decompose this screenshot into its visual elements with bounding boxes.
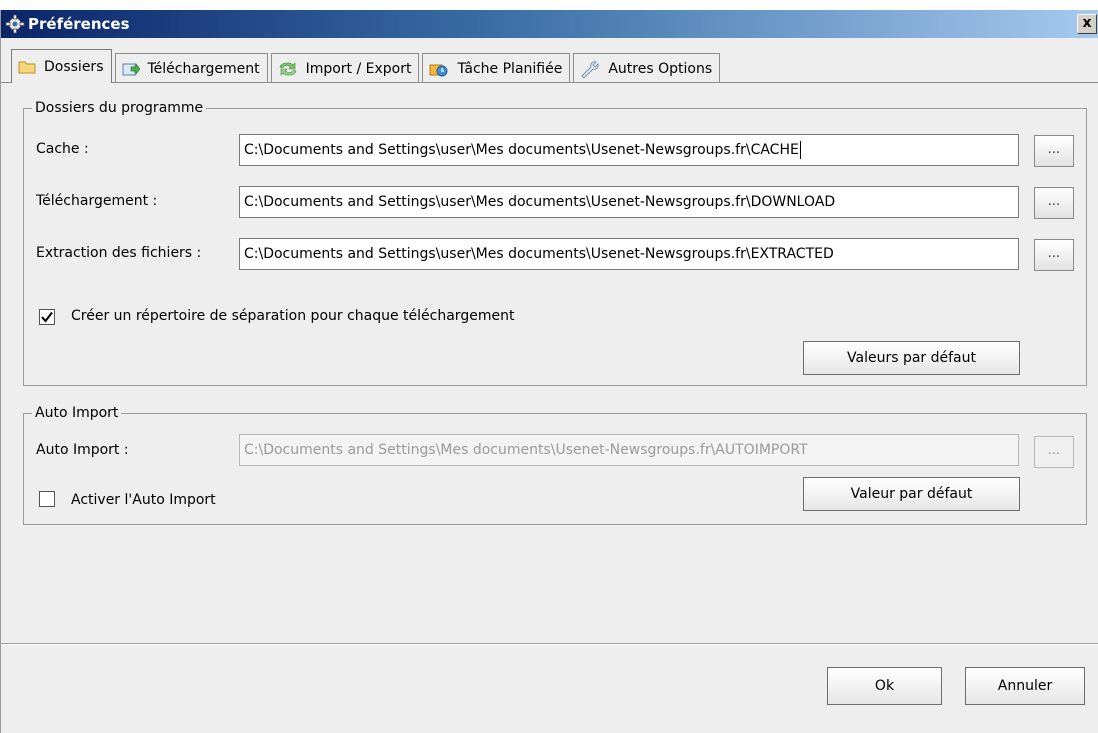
preferences-window: Préférences x Dossiers Téléchargement Im…: [0, 10, 1098, 733]
tab-bar: Dossiers Téléchargement Import / Export …: [11, 48, 723, 83]
tab-dossiers[interactable]: Dossiers: [11, 49, 112, 83]
download-browse-button[interactable]: ...: [1034, 187, 1074, 219]
cache-label: Cache :: [36, 141, 89, 157]
auto-import-label: Auto Import :: [36, 442, 129, 458]
footer-separator: [1, 643, 1098, 645]
tab-panel-border: [1, 82, 1098, 83]
separate-dir-label[interactable]: Créer un répertoire de séparation pour c…: [71, 308, 514, 324]
close-button[interactable]: x: [1077, 14, 1097, 34]
tab-telechargement[interactable]: Téléchargement: [114, 53, 268, 83]
cache-path-input[interactable]: C:\Documents and Settings\user\Mes docum…: [239, 134, 1019, 166]
wrench-icon: [580, 60, 600, 78]
cache-browse-button[interactable]: ...: [1034, 135, 1074, 167]
download-label: Téléchargement :: [36, 193, 158, 209]
auto-import-legend: Auto Import: [35, 405, 119, 421]
tab-tache-planifiee[interactable]: Tâche Planifiée: [422, 53, 571, 83]
window-title: Préférences: [28, 15, 130, 33]
program-folders-legend: Dossiers du programme: [35, 100, 204, 116]
separate-dir-checkbox[interactable]: [39, 309, 55, 325]
tab-label: Autres Options: [608, 60, 713, 77]
title-bar: Préférences x: [1, 10, 1098, 38]
enable-auto-import-checkbox[interactable]: [39, 491, 55, 507]
checkmark-icon: [41, 311, 53, 323]
extract-label: Extraction des fichiers :: [36, 245, 202, 261]
tab-autres-options[interactable]: Autres Options: [573, 53, 721, 83]
ok-button[interactable]: Ok: [827, 667, 942, 705]
default-values-button[interactable]: Valeurs par défaut: [803, 341, 1020, 375]
tab-import-export[interactable]: Import / Export: [270, 53, 420, 83]
cancel-button[interactable]: Annuler: [965, 667, 1085, 705]
download-path-input[interactable]: C:\Documents and Settings\user\Mes docum…: [239, 186, 1019, 218]
extract-path-input[interactable]: C:\Documents and Settings\user\Mes docum…: [239, 238, 1019, 270]
tab-label: Import / Export: [305, 60, 412, 77]
tab-label: Dossiers: [44, 58, 104, 75]
extract-browse-button[interactable]: ...: [1034, 239, 1074, 271]
cache-path-value: C:\Documents and Settings\user\Mes docum…: [244, 142, 799, 158]
gear-icon: [4, 13, 26, 35]
sync-arrows-icon: [278, 61, 298, 77]
download-icon: [122, 61, 140, 77]
default-value-button[interactable]: Valeur par défaut: [803, 477, 1020, 511]
folder-icon: [18, 60, 36, 74]
schedule-icon: [429, 61, 449, 77]
enable-auto-import-label[interactable]: Activer l'Auto Import: [71, 492, 216, 508]
auto-import-path-input[interactable]: C:\Documents and Settings\Mes documents\…: [239, 434, 1019, 466]
tab-label: Téléchargement: [147, 60, 260, 77]
text-caret: [799, 141, 801, 159]
auto-import-browse-button[interactable]: ...: [1034, 436, 1074, 468]
tab-label: Tâche Planifiée: [457, 60, 563, 77]
